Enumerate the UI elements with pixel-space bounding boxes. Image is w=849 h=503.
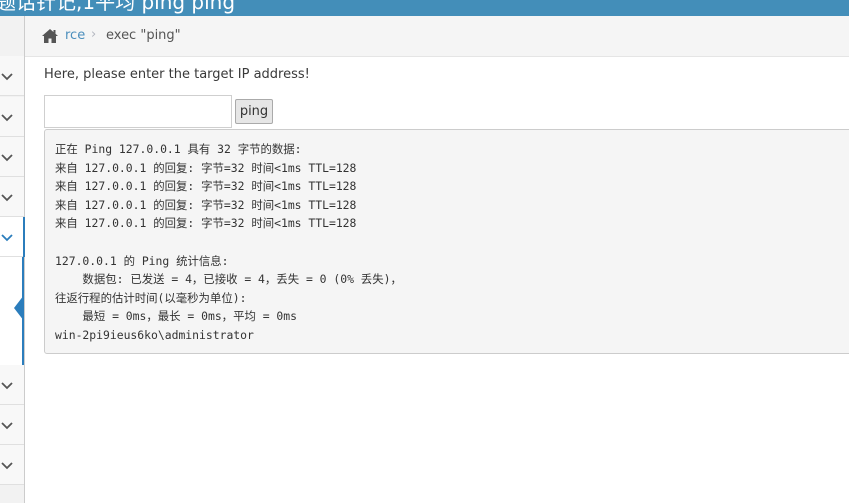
chevron-down-icon bbox=[1, 234, 13, 242]
chevron-down-icon bbox=[1, 73, 13, 81]
chevron-down-icon bbox=[1, 194, 13, 202]
output-line: 往返行程的估计时间(以毫秒为单位): bbox=[55, 290, 247, 305]
home-icon[interactable] bbox=[41, 28, 59, 44]
sidebar-item-rce[interactable] bbox=[0, 217, 25, 257]
output-line: 来自 127.0.0.1 的回复: 字节=32 时间<1ms TTL=128 bbox=[55, 216, 357, 231]
output-line: win-2pi9ieus6ko\administrator bbox=[55, 327, 254, 342]
ip-address-input[interactable] bbox=[44, 95, 232, 128]
breadcrumb-current: exec "ping" bbox=[106, 28, 181, 43]
output-line: 来自 127.0.0.1 的回复: 字节=32 时间<1ms TTL=128 bbox=[55, 197, 357, 212]
output-line: 正在 Ping 127.0.0.1 具有 32 字节的数据: bbox=[55, 142, 302, 156]
sidebar-item[interactable] bbox=[0, 365, 24, 405]
sidebar-item[interactable] bbox=[0, 56, 24, 96]
ip-prompt-text: Here, please enter the target IP address… bbox=[44, 67, 310, 82]
output-line: 数据包: 已发送 = 4，已接收 = 4，丢失 = 0 (0% 丢失)， bbox=[55, 272, 402, 287]
sidebar-item[interactable] bbox=[0, 97, 24, 137]
output-line: 最短 = 0ms，最长 = 0ms，平均 = 0ms bbox=[55, 309, 297, 324]
breadcrumb-separator: › bbox=[91, 27, 97, 42]
sidebar-item[interactable] bbox=[0, 177, 24, 217]
chevron-down-icon bbox=[1, 462, 13, 470]
output-line: 来自 127.0.0.1 的回复: 字节=32 时间<1ms TTL=128 bbox=[55, 179, 357, 194]
sidebar-item[interactable] bbox=[0, 445, 24, 485]
breadcrumb: rce › exec "ping" bbox=[25, 16, 849, 57]
app-title: 题话针记,1平均 ping ping bbox=[0, 0, 236, 14]
active-submenu-indicator bbox=[14, 295, 24, 321]
sidebar bbox=[0, 16, 25, 503]
chevron-down-icon bbox=[1, 154, 13, 162]
breadcrumb-link-rce[interactable]: rce bbox=[65, 28, 85, 43]
ping-button[interactable]: ping bbox=[235, 99, 273, 124]
chevron-down-icon bbox=[1, 422, 13, 430]
ping-output: 正在 Ping 127.0.0.1 具有 32 字节的数据: 来自 127.0.… bbox=[44, 129, 849, 354]
sidebar-item[interactable] bbox=[0, 405, 24, 445]
output-line: 来自 127.0.0.1 的回复: 字节=32 时间<1ms TTL=128 bbox=[55, 160, 357, 175]
output-line: 127.0.0.1 的 Ping 统计信息: bbox=[55, 253, 229, 268]
chevron-down-icon bbox=[1, 114, 13, 122]
chevron-down-icon bbox=[1, 382, 13, 390]
sidebar-item[interactable] bbox=[0, 137, 24, 177]
top-navbar: 题话针记,1平均 ping ping bbox=[0, 0, 849, 16]
